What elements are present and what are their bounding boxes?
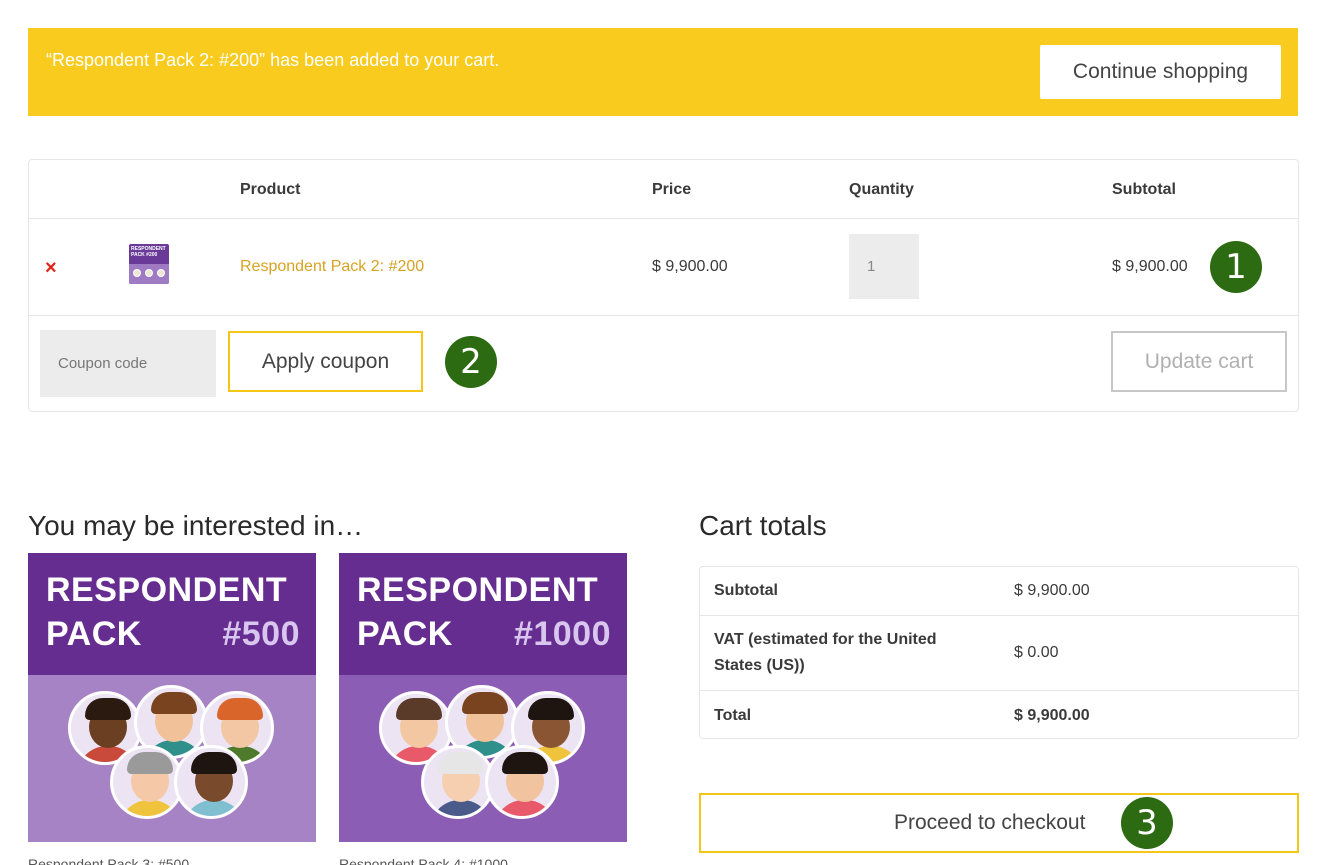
upsell-name-500[interactable]: Respondent Pack 3: #500	[28, 856, 189, 865]
product-subtotal: $ 9,900.00	[1112, 258, 1188, 275]
card-faces-illustration	[339, 675, 627, 842]
thumbnail-label: RESPONDENT PACK #200	[131, 246, 166, 258]
callout-badge-3: 3	[1121, 797, 1173, 849]
callout-badge-2: 2	[445, 336, 497, 388]
continue-shopping-button[interactable]: Continue shopping	[1040, 45, 1281, 99]
totals-subtotal-label: Subtotal	[714, 582, 778, 599]
cart-notice-message: “Respondent Pack 2: #200” has been added…	[46, 50, 500, 70]
header-subtotal: Subtotal	[1112, 181, 1176, 198]
remove-item-icon[interactable]: ×	[45, 258, 57, 278]
cart-table: Product Price Quantity Subtotal × RESPON…	[28, 159, 1299, 412]
totals-vat-value: $ 0.00	[1014, 644, 1059, 661]
header-quantity: Quantity	[849, 181, 914, 198]
card-title-line2: PACK	[46, 615, 142, 653]
cart-totals-table: Subtotal $ 9,900.00 VAT (estimated for t…	[699, 566, 1299, 739]
update-cart-button[interactable]: Update cart	[1111, 331, 1287, 392]
card-faces-illustration	[28, 675, 316, 842]
cart-notice-banner: “Respondent Pack 2: #200” has been added…	[28, 28, 1298, 116]
divider	[29, 315, 1298, 316]
card-pack-number: #500	[222, 615, 300, 653]
coupon-code-input[interactable]	[40, 330, 216, 397]
divider	[700, 615, 1298, 616]
divider	[700, 690, 1298, 691]
apply-coupon-button[interactable]: Apply coupon	[228, 331, 423, 392]
product-name-link[interactable]: Respondent Pack 2: #200	[240, 258, 424, 276]
divider	[29, 218, 1298, 219]
totals-total-label: Total	[714, 707, 752, 724]
upsell-card-500[interactable]: RESPONDENT PACK #500	[28, 553, 316, 842]
cart-totals-title: Cart totals	[699, 510, 827, 541]
totals-vat-label: VAT (estimated for the United States (US…	[714, 631, 937, 674]
upsell-card-1000[interactable]: RESPONDENT PACK #1000	[339, 553, 627, 842]
header-price: Price	[652, 181, 692, 198]
thumbnail-faces	[129, 264, 169, 284]
card-banner: RESPONDENT PACK #500	[28, 553, 316, 675]
person-avatar-icon	[485, 745, 559, 819]
upsells-title: You may be interested in…	[28, 510, 364, 541]
totals-total-value: $ 9,900.00	[1014, 707, 1090, 724]
person-avatar-icon	[421, 745, 495, 819]
product-thumbnail[interactable]: RESPONDENT PACK #200	[129, 244, 169, 284]
upsell-name-1000[interactable]: Respondent Pack 4: #1000	[339, 856, 508, 865]
person-avatar-icon	[110, 745, 184, 819]
product-price: $ 9,900.00	[652, 258, 728, 275]
card-title-line2: PACK	[357, 615, 453, 653]
card-banner: RESPONDENT PACK #1000	[339, 553, 627, 675]
proceed-to-checkout-button[interactable]: Proceed to checkout	[699, 793, 1299, 853]
checkout-label: Proceed to checkout	[894, 811, 1086, 834]
card-pack-number: #1000	[513, 615, 611, 653]
card-title-line1: RESPONDENT	[357, 571, 599, 609]
person-avatar-icon	[174, 745, 248, 819]
header-product: Product	[240, 181, 301, 198]
quantity-input[interactable]	[849, 234, 919, 299]
callout-badge-1: 1	[1210, 241, 1262, 293]
totals-subtotal-value: $ 9,900.00	[1014, 582, 1090, 599]
card-title-line1: RESPONDENT	[46, 571, 288, 609]
